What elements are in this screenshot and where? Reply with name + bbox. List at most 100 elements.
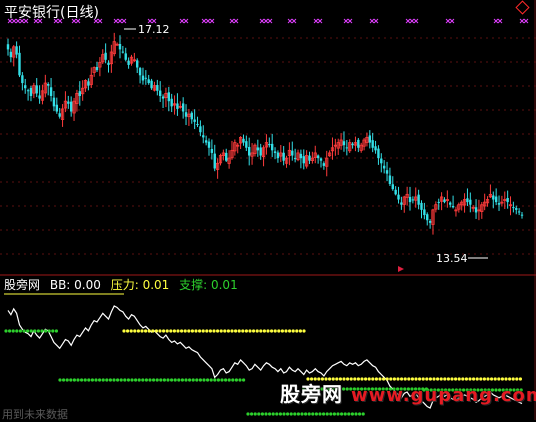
candle — [345, 140, 349, 156]
candle — [391, 176, 394, 191]
candle — [400, 196, 403, 210]
bb-value: BB: 0.00 — [49, 278, 101, 292]
watermark-domain: www.gupang.com — [350, 385, 536, 406]
signal-x-icon — [117, 18, 123, 24]
candle — [270, 133, 274, 158]
candle — [377, 145, 380, 165]
candle — [397, 186, 400, 204]
candle — [63, 91, 68, 113]
indicator-name[interactable]: 股旁网 — [4, 278, 40, 292]
candle — [259, 143, 262, 160]
candle — [443, 197, 446, 204]
candle — [319, 157, 323, 168]
candle — [38, 85, 41, 104]
candle — [230, 140, 234, 160]
candle — [512, 201, 515, 213]
candle — [380, 153, 383, 173]
candle — [299, 149, 303, 169]
candle — [127, 57, 130, 69]
candle — [437, 198, 440, 210]
candle — [207, 138, 211, 156]
candle — [172, 95, 177, 115]
candle — [408, 186, 412, 211]
candle — [420, 200, 423, 219]
candle — [250, 143, 254, 165]
candle — [72, 97, 76, 121]
candle — [460, 200, 464, 211]
candle — [29, 85, 33, 102]
candle — [302, 149, 305, 170]
candle — [282, 146, 285, 166]
candle — [152, 81, 157, 92]
candle — [466, 188, 469, 206]
signal-x-icon — [267, 18, 273, 24]
candle — [357, 137, 360, 153]
candle — [60, 104, 65, 127]
candle — [322, 161, 326, 170]
candle — [253, 143, 257, 157]
candle — [213, 144, 216, 172]
candle — [118, 35, 122, 59]
window-close-icon — [515, 0, 530, 15]
candle — [348, 139, 352, 153]
candle — [121, 45, 125, 54]
candle — [196, 116, 199, 128]
scroll-marker-icon[interactable] — [398, 266, 404, 272]
candle — [233, 139, 237, 156]
candle — [506, 190, 509, 209]
chart-canvas[interactable]: 17.12 13.54 — [0, 0, 536, 420]
candle — [336, 138, 340, 155]
candle — [35, 78, 38, 98]
candle — [276, 150, 280, 163]
candle — [457, 202, 461, 213]
candle — [156, 79, 159, 96]
candle — [32, 82, 36, 99]
candle — [187, 108, 191, 126]
candle — [95, 61, 99, 72]
candle — [83, 79, 88, 92]
candle — [87, 78, 90, 91]
candle — [264, 134, 269, 155]
candle — [43, 74, 47, 98]
candle — [147, 74, 150, 85]
candle — [305, 150, 309, 169]
candle — [21, 72, 24, 91]
signal-x-icon — [287, 18, 293, 24]
candle — [81, 80, 85, 101]
top-right-icons[interactable] — [515, 0, 530, 15]
candle — [167, 86, 171, 112]
candle — [242, 134, 245, 146]
candle — [124, 47, 127, 62]
candle — [24, 78, 27, 94]
candle — [520, 212, 524, 219]
candle — [328, 150, 332, 157]
candle — [411, 196, 415, 204]
candle — [89, 67, 93, 89]
candle — [385, 161, 389, 182]
support-level-dots — [4, 329, 59, 333]
candle — [462, 193, 467, 213]
low-price-label: 13.54 — [436, 252, 468, 265]
candle — [227, 150, 231, 169]
candle — [109, 44, 113, 73]
support-value: 支撑: 0.01 — [179, 278, 238, 292]
candle — [405, 186, 409, 206]
candle — [236, 142, 240, 154]
candle — [150, 78, 153, 90]
candle — [428, 219, 432, 229]
chart-title: 平安银行(日线) — [4, 5, 99, 21]
candle — [339, 133, 343, 150]
candle — [451, 195, 455, 209]
candle — [78, 81, 81, 106]
signal-x-icon — [291, 18, 297, 24]
candle — [431, 208, 435, 235]
candle — [417, 189, 420, 210]
candle — [368, 130, 372, 149]
candle — [382, 160, 386, 174]
candle — [273, 147, 277, 160]
signal-x-icon — [497, 18, 503, 24]
candle — [371, 132, 374, 153]
signal-x-icon — [263, 18, 269, 24]
candle — [221, 149, 225, 161]
candle — [268, 137, 271, 148]
